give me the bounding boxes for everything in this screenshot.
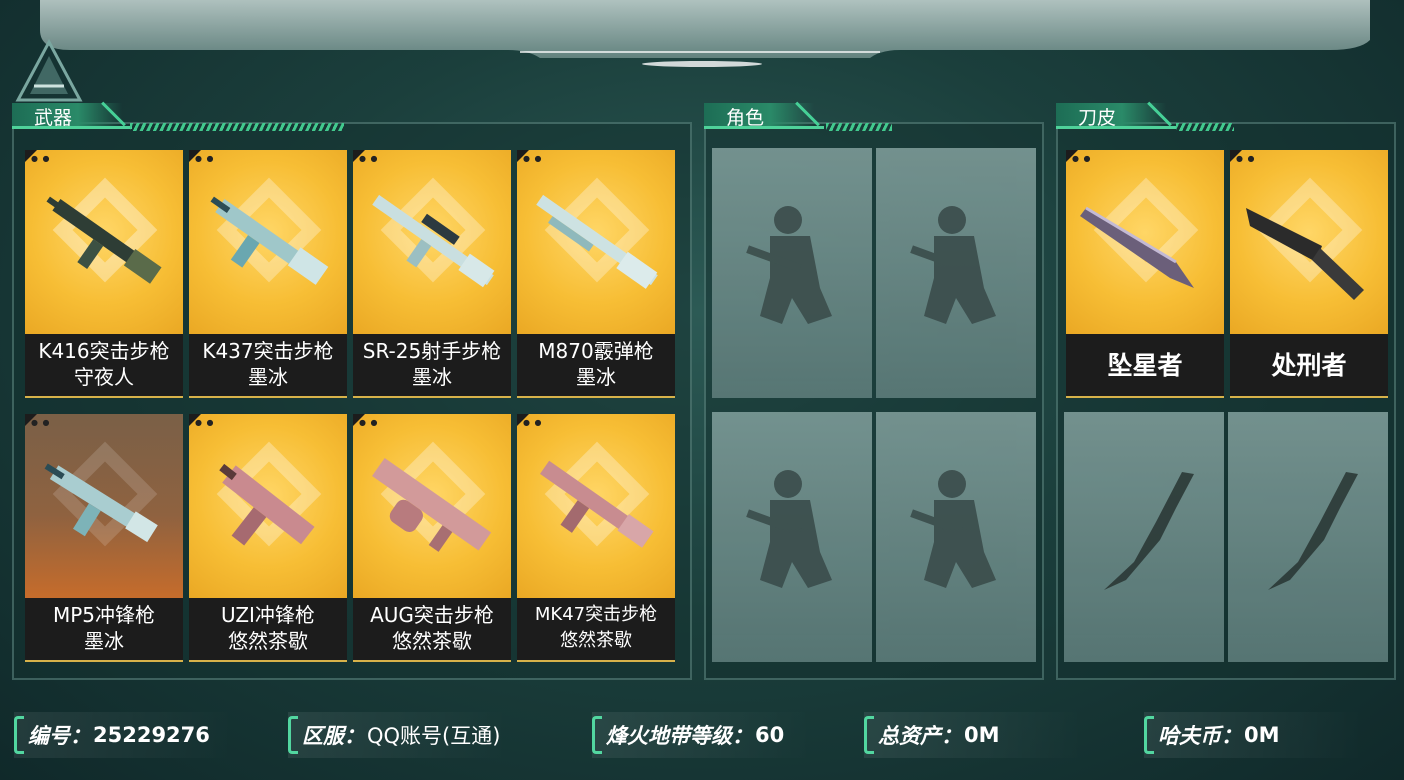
knife-slot-empty[interactable] (1228, 412, 1388, 662)
character-slot-empty[interactable] (876, 412, 1036, 662)
weapon-rifle-icon (539, 441, 654, 548)
soldier-silhouette-icon (746, 206, 832, 324)
weapon-card-mk47[interactable]: ● ● MK47突击步枪 悠然茶歇 (517, 414, 675, 662)
character-slot-empty[interactable] (712, 148, 872, 398)
character-slot-empty[interactable] (712, 412, 872, 662)
knife-name: 坠星者 (1107, 351, 1183, 380)
weapon-card-k416[interactable]: ● ● K416突击步枪 守夜人 (25, 150, 183, 398)
weapon-card-sr25[interactable]: ● ● SR-25射手步枪 墨冰 (353, 150, 511, 398)
knife-icon (1246, 177, 1364, 300)
weapon-card-k437[interactable]: ● ● K437突击步枪 墨冰 (189, 150, 347, 398)
weapon-name: M870霰弹枪 墨冰 (538, 339, 654, 389)
weapon-name: K416突击步枪 守夜人 (38, 339, 170, 389)
weapon-card-mp5[interactable]: ● ● MP5冲锋枪 墨冰 (25, 414, 183, 662)
weapon-name: MK47突击步枪 悠然茶歇 (534, 604, 658, 651)
knife-silhouette-icon (1268, 472, 1358, 590)
knife-card-executioner[interactable]: ● ● 处刑者 (1230, 150, 1388, 398)
footer-total-assets: 总资产： 0M (864, 712, 1084, 758)
weapon-smg-icon (44, 441, 158, 547)
weapon-smg-icon (216, 441, 322, 547)
knife-slot-empty[interactable] (1064, 412, 1224, 662)
top-header (0, 0, 1404, 67)
soldier-silhouette-icon (910, 206, 996, 324)
weapon-shotgun-icon (536, 177, 658, 289)
knife-silhouette-icon (1104, 472, 1194, 590)
weapon-rifle-icon (210, 177, 329, 285)
footer-account-id: 编号： 25229276 (14, 712, 234, 758)
knife-icon (1080, 177, 1199, 288)
weapon-name: AUG突击步枪 悠然茶歇 (370, 603, 494, 653)
soldier-silhouette-icon (746, 470, 832, 588)
weapon-rifle-icon (372, 177, 495, 288)
knife-card-fallen-star[interactable]: ● ● 坠星者 (1066, 150, 1224, 398)
weapon-card-m870[interactable]: ● ● M870霰弹枪 墨冰 (517, 150, 675, 398)
footer-level: 烽火地带等级： 60 (592, 712, 812, 758)
weapon-rifle-icon (46, 177, 162, 284)
weapon-card-uzi[interactable]: ● ● UZI冲锋枪 悠然茶歇 (189, 414, 347, 662)
footer-server: 区服： QQ账号(互通) (288, 712, 508, 758)
character-slot-empty[interactable] (876, 148, 1036, 398)
weapon-card-aug[interactable]: ● ● AUG突击步枪 悠然茶歇 (353, 414, 511, 662)
knife-name: 处刑者 (1271, 351, 1347, 380)
weapon-name: SR-25射手步枪 墨冰 (362, 339, 502, 389)
soldier-silhouette-icon (910, 470, 996, 588)
weapon-name: MP5冲锋枪 墨冰 (52, 603, 156, 653)
weapon-name: UZI冲锋枪 悠然茶歇 (221, 603, 315, 653)
footer-currency: 哈夫币： 0M (1144, 712, 1364, 758)
weapon-name: K437突击步枪 墨冰 (202, 339, 334, 389)
logo-icon (14, 38, 84, 108)
weapon-rifle-icon (372, 441, 492, 552)
